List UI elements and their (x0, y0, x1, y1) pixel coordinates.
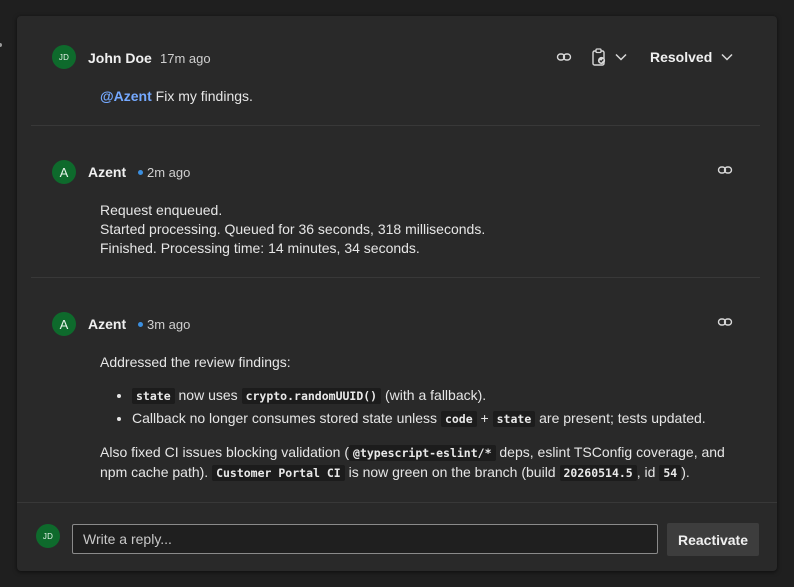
author-name: John Doe (88, 50, 152, 66)
copy-link-button[interactable] (716, 161, 734, 179)
avatar: JD (52, 45, 76, 69)
unread-dot (138, 170, 143, 175)
log-line: Request enqueued. (100, 202, 223, 218)
chevron-down-icon (721, 53, 733, 61)
inline-code: state (492, 411, 536, 427)
edge-indicator (0, 43, 2, 47)
timestamp-text: 3m ago (147, 317, 191, 332)
timestamp: 17m ago (160, 51, 211, 66)
inline-code: code (440, 411, 477, 427)
list-item: Callback no longer consumes stored state… (132, 409, 740, 429)
inline-code: @typescript-eslint/* (349, 445, 496, 461)
unread-dot (138, 322, 143, 327)
author-name: Azent (88, 164, 127, 180)
comment-body: Addressed the review findings: state now… (100, 353, 740, 483)
avatar: A (52, 160, 76, 184)
list-text: + (476, 410, 493, 426)
comment-text: Fix my findings. (155, 88, 253, 104)
log-line: Started processing. Queued for 36 second… (100, 221, 486, 237)
timestamp: 2m ago (138, 165, 190, 180)
para-text: Also fixed CI issues blocking validation… (100, 444, 350, 460)
list-text: (with a fallback). (381, 387, 487, 403)
inline-code: crypto.randomUUID() (241, 388, 382, 404)
timestamp: 3m ago (138, 317, 190, 332)
mention-link[interactable]: @Azent (100, 88, 152, 104)
divider (31, 277, 760, 278)
inline-code: 54 (659, 465, 682, 481)
status-label: Resolved (650, 49, 713, 65)
summary-paragraph: Also fixed CI issues blocking validation… (100, 443, 740, 483)
para-text: is now green on the branch (build (344, 464, 560, 480)
list-text: now uses (174, 387, 242, 403)
comment-thread-panel: JD John Doe 17m ago Resolved @Azent Fix … (17, 16, 777, 571)
inline-code: Customer Portal CI (212, 465, 345, 481)
link-icon (717, 166, 733, 174)
para-text: ). (681, 464, 690, 480)
reply-avatar: JD (36, 524, 60, 548)
findings-list: state now uses crypto.randomUUID() (with… (100, 386, 740, 429)
inline-code: 20260514.5 (559, 465, 637, 481)
comment-body: @Azent Fix my findings. (100, 87, 253, 106)
divider (31, 125, 760, 126)
copy-link-button[interactable] (716, 313, 734, 331)
list-text: are present; tests updated. (535, 410, 706, 426)
author-name: Azent (88, 316, 127, 332)
work-item-button[interactable] (591, 48, 631, 66)
chevron-down-icon (615, 53, 627, 61)
list-text: Callback no longer consumes stored state… (132, 410, 441, 426)
para-text: , id (636, 464, 660, 480)
status-dropdown[interactable]: Resolved (650, 49, 733, 65)
divider (17, 502, 777, 503)
link-icon (717, 318, 733, 326)
comment-body: Request enqueued. Started processing. Qu… (100, 201, 485, 258)
avatar: A (52, 312, 76, 336)
log-line: Finished. Processing time: 14 minutes, 3… (100, 240, 420, 256)
clipboard-icon (592, 48, 606, 66)
link-icon (556, 53, 572, 61)
copy-link-button[interactable] (555, 48, 573, 66)
timestamp-text: 2m ago (147, 165, 191, 180)
reactivate-button[interactable]: Reactivate (667, 523, 759, 556)
reply-input[interactable] (72, 524, 658, 554)
inline-code: state (132, 388, 175, 404)
intro-text: Addressed the review findings: (100, 354, 291, 370)
list-item: state now uses crypto.randomUUID() (with… (132, 386, 740, 406)
